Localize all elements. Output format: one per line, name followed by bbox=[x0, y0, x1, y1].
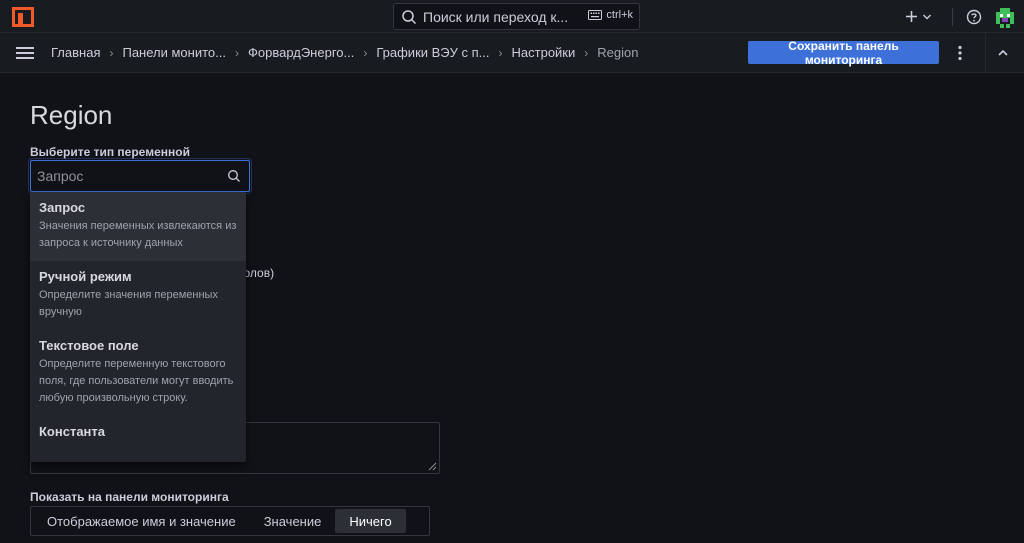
search-bar[interactable]: Поиск или переход к... ctrl+k bbox=[393, 3, 640, 30]
option-query[interactable]: Запрос Значения переменных извлекаются и… bbox=[30, 192, 246, 261]
variable-type-input[interactable] bbox=[37, 161, 217, 191]
keyboard-icon bbox=[588, 10, 603, 20]
option-title: Текстовое поле bbox=[39, 338, 139, 353]
breadcrumb-bar: Главная › Панели монито... › ФорвардЭнер… bbox=[0, 33, 1024, 73]
top-right-controls bbox=[905, 0, 1024, 33]
radio-nothing[interactable]: Ничего bbox=[335, 509, 406, 533]
variable-type-dropdown: Запрос Значения переменных извлекаются и… bbox=[30, 192, 246, 462]
chevron-right-icon: › bbox=[584, 45, 589, 60]
radio-label-and-value[interactable]: Отображаемое имя и значение bbox=[33, 509, 250, 533]
breadcrumb-dashboards[interactable]: Панели монито... bbox=[122, 45, 226, 60]
breadcrumb-current: Region bbox=[597, 45, 639, 60]
option-description: Определите значения переменных вручную bbox=[39, 289, 218, 318]
breadcrumb-folder[interactable]: ФорвардЭнерго... bbox=[248, 45, 354, 60]
menu-icon[interactable] bbox=[15, 44, 35, 62]
display-radio-group: Отображаемое имя и значение Значение Нич… bbox=[30, 506, 430, 536]
option-custom[interactable]: Ручной режим Определите значения перемен… bbox=[30, 261, 246, 330]
plus-icon bbox=[906, 11, 917, 22]
chevron-right-icon: › bbox=[363, 45, 368, 60]
shortcut-text: ctrl+k bbox=[606, 9, 633, 21]
breadcrumb: Главная › Панели монито... › ФорвардЭнер… bbox=[51, 45, 638, 60]
help-icon[interactable] bbox=[966, 9, 982, 25]
search-icon bbox=[402, 9, 417, 24]
logo-icon[interactable] bbox=[12, 7, 34, 27]
breadcrumb-dashboard[interactable]: Графики ВЭУ с п... bbox=[376, 45, 489, 60]
search-placeholder: Поиск или переход к... bbox=[423, 8, 569, 25]
variable-type-select[interactable] bbox=[28, 158, 252, 194]
page-title: Region bbox=[30, 100, 113, 130]
chevron-right-icon: › bbox=[498, 45, 503, 60]
radio-value[interactable]: Значение bbox=[250, 509, 336, 533]
chevron-right-icon: › bbox=[109, 45, 114, 60]
variable-type-label: Выберите тип переменной bbox=[30, 145, 190, 159]
chevron-up-icon[interactable] bbox=[996, 46, 1010, 60]
add-button[interactable] bbox=[905, 10, 932, 23]
breadcrumb-settings[interactable]: Настройки bbox=[512, 45, 576, 60]
option-description: Определите переменную текстового поля, г… bbox=[39, 358, 234, 404]
avatar[interactable] bbox=[994, 5, 1016, 28]
divider bbox=[985, 33, 986, 73]
option-description: Значения переменных извлекаются из запро… bbox=[39, 220, 237, 249]
option-title: Запрос bbox=[39, 200, 86, 215]
top-bar: Поиск или переход к... ctrl+k bbox=[0, 0, 1024, 33]
breadcrumb-home[interactable]: Главная bbox=[51, 45, 100, 60]
search-icon bbox=[228, 170, 240, 182]
option-title: Константа bbox=[39, 424, 106, 439]
more-options-icon[interactable] bbox=[952, 44, 968, 62]
resize-handle-icon[interactable] bbox=[428, 462, 437, 471]
divider bbox=[952, 7, 953, 26]
option-constant[interactable]: Константа bbox=[30, 416, 246, 451]
option-title: Ручной режим bbox=[39, 269, 132, 284]
search-shortcut: ctrl+k bbox=[588, 9, 633, 21]
option-textbox[interactable]: Текстовое поле Определите переменную тек… bbox=[30, 330, 246, 416]
chevron-right-icon: › bbox=[234, 45, 239, 60]
display-label: Показать на панели мониторинга bbox=[30, 490, 229, 504]
chevron-down-icon bbox=[923, 14, 931, 19]
save-dashboard-button[interactable]: Сохранить панель мониторинга bbox=[748, 39, 939, 67]
